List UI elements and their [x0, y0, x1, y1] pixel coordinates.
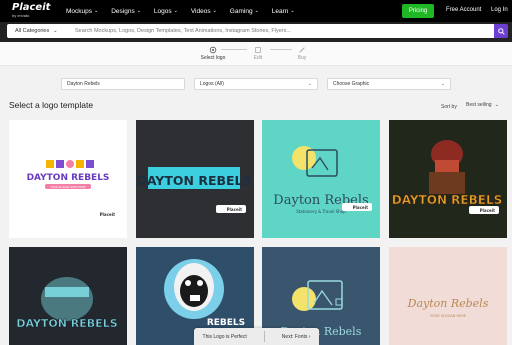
top-navigation: Placeit by envato Mockups ⌄ Designs ⌄ Logo… [0, 0, 512, 22]
step-label: Buy [297, 55, 307, 61]
step-divider [270, 49, 292, 50]
pencil-icon [299, 47, 305, 53]
sort-value: Best selling [466, 102, 492, 108]
menu-learn[interactable]: Learn ⌄ [272, 8, 295, 15]
logo-card[interactable]: DAYTON REBELS YOUR SLOGAN GOES HERE Plac… [9, 120, 127, 238]
menu-mockups[interactable]: Mockups ⌄ [66, 8, 98, 15]
chevron-down-icon: ⌄ [53, 28, 58, 34]
category-select[interactable]: All Categories ⌄ [7, 24, 69, 38]
progress-steps: Select logo Edit Buy [0, 42, 512, 66]
card-title: REBELS [207, 318, 245, 328]
logo-preview: DAYTON REBELS Placeit [392, 140, 502, 214]
logo-card[interactable]: DAYTON REBELS Placeit [136, 120, 254, 238]
name-value: Dayton Rebels [67, 81, 100, 87]
step-edit[interactable]: Edit [246, 46, 270, 61]
chevron-down-icon: ⌄ [136, 8, 141, 14]
step-select-logo[interactable]: Select logo [198, 46, 228, 61]
graphic-filter[interactable]: Choose Graphic ⌄ [327, 78, 451, 90]
logo-preview: DAYTON REBELS YOUR SLOGAN GOES HERE Plac… [27, 160, 115, 217]
chevron-down-icon: ⌄ [212, 8, 217, 14]
graphic-filter-value: Choose Graphic [333, 81, 370, 87]
section-title: Select a logo template [9, 100, 94, 110]
next-fonts-button[interactable]: Next: Fonts › [282, 334, 311, 340]
card-title: DAYTON REBELS [27, 173, 110, 183]
brand-name: Placeit [12, 2, 51, 13]
logo-card[interactable]: Dayton Rebels Stationery & Travel Shop P… [262, 120, 380, 238]
menu-videos[interactable]: Videos ⌄ [191, 8, 217, 15]
category-label: All Categories [15, 28, 50, 34]
chevron-down-icon: ⌄ [307, 81, 312, 87]
menu-designs[interactable]: Designs ⌄ [111, 8, 141, 15]
step-label: Select logo [200, 55, 226, 61]
menu-logos[interactable]: Logos ⌄ [154, 8, 178, 15]
card-subtitle: Stationery & Travel Shop [296, 209, 346, 214]
step-label: Edit [253, 55, 263, 61]
bottom-action-bar: This Logo is Perfect Next: Fonts › [194, 328, 319, 345]
brand-sub: by envato [12, 13, 30, 18]
logo-icon [209, 46, 217, 54]
logo-card[interactable]: Dayton Rebels YOUR SLOGAN HERE [389, 247, 507, 345]
menu-label: Learn [271, 7, 289, 15]
step-buy[interactable]: Buy [290, 46, 314, 61]
placeit-logo[interactable]: Placeit by envato [12, 2, 51, 19]
divider [263, 331, 265, 342]
placeit-badge: Placeit [480, 208, 495, 213]
chevron-down-icon: ⌄ [254, 8, 259, 14]
edit-icon [255, 47, 261, 53]
logo-preview: Dayton Rebels Stationery & Travel Shop P… [273, 146, 372, 214]
chevron-down-icon: ⌄ [440, 81, 445, 87]
placeit-badge: Placeit [227, 207, 242, 212]
logo-card[interactable]: DAYTON REBELS [9, 247, 127, 345]
logo-preview: DAYTON REBELS Placeit [136, 167, 252, 213]
next-label: Next: Fonts [281, 333, 308, 340]
logo-card[interactable]: DAYTON REBELS Placeit [389, 120, 507, 238]
search-icon [497, 27, 505, 35]
name-field[interactable]: Dayton Rebels [61, 78, 185, 90]
menu-label: Videos [190, 7, 211, 15]
logos-filter-value: Logos (All) [200, 81, 224, 87]
logos-filter[interactable]: Logos (All) ⌄ [194, 78, 318, 90]
card-title: DAYTON REBELS [136, 173, 251, 188]
menu-label: Logos [153, 7, 172, 15]
chevron-right-icon: › [308, 333, 311, 340]
card-title: DAYTON REBELS [392, 193, 502, 207]
sort-label: Sort by [441, 104, 457, 110]
logo-preview: DAYTON REBELS [16, 277, 118, 330]
card-title: DAYTON REBELS [16, 317, 117, 330]
card-subtitle: YOUR SLOGAN GOES HERE [51, 185, 86, 189]
chevron-down-icon: ⌄ [173, 8, 178, 14]
login-link[interactable]: Log In [491, 7, 508, 13]
search-input[interactable] [69, 24, 494, 38]
main-menu: Mockups ⌄ Designs ⌄ Logos ⌄ Videos ⌄ Gaming ⌄… [66, 0, 295, 22]
menu-label: Mockups [66, 7, 93, 15]
chevron-down-icon: ⌄ [94, 8, 99, 14]
chevron-down-icon: ⌄ [290, 8, 295, 14]
search-button[interactable] [494, 24, 508, 38]
menu-gaming[interactable]: Gaming ⌄ [230, 8, 259, 15]
card-subtitle: YOUR SLOGAN HERE [430, 314, 466, 318]
sort-select[interactable]: Best selling ⌄ [466, 102, 499, 108]
this-logo-is-perfect-button[interactable]: This Logo is Perfect [203, 334, 247, 340]
pricing-button[interactable]: Pricing [402, 4, 434, 18]
menu-label: Designs [111, 7, 135, 15]
placeit-badge: Placeit [353, 205, 368, 210]
chevron-down-icon: ⌄ [494, 102, 499, 108]
logo-preview: Dayton Rebels YOUR SLOGAN HERE [407, 297, 489, 318]
free-account-link[interactable]: Free Account [446, 7, 481, 13]
menu-label: Gaming [229, 7, 253, 15]
card-title: Dayton Rebels [407, 297, 489, 310]
placeit-badge: Placeit [100, 212, 115, 217]
